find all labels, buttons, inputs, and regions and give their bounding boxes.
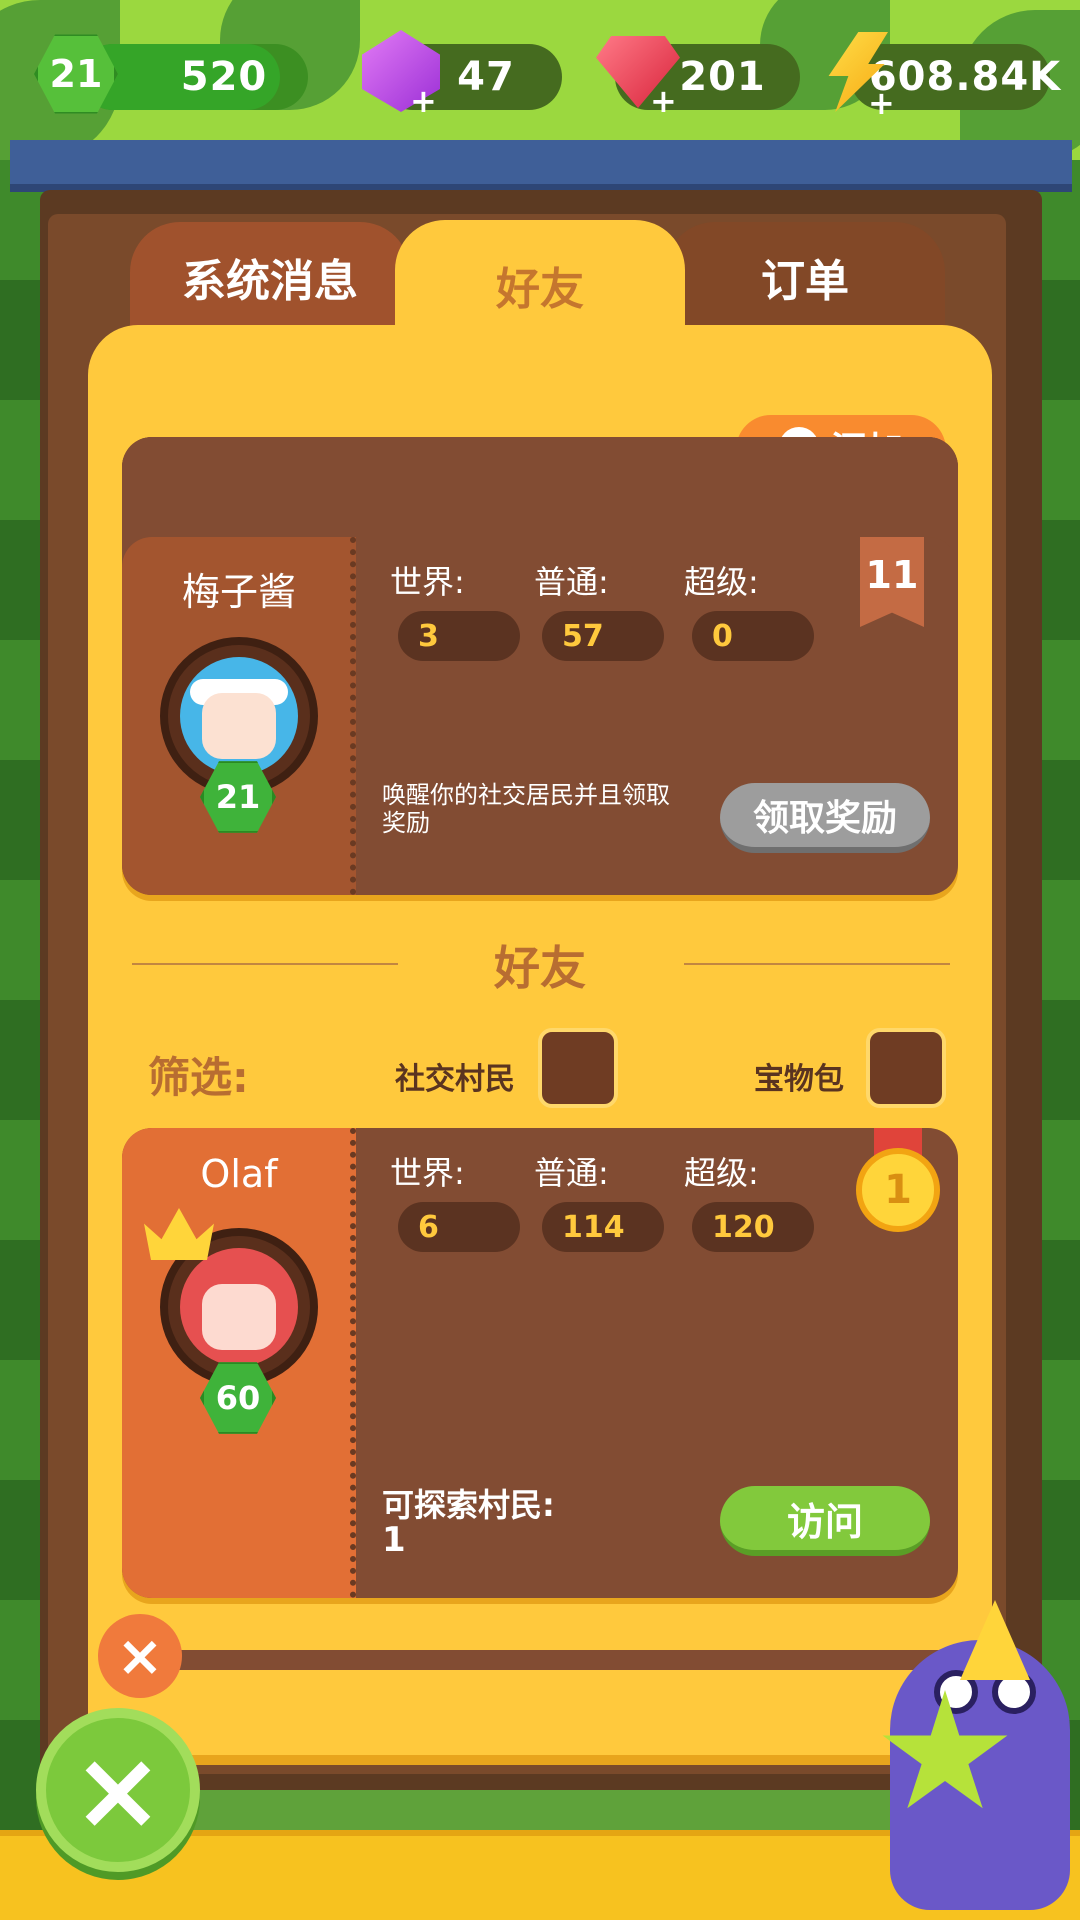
claim-reward-button[interactable]: 领取奖励	[720, 783, 930, 853]
friend-card-olaf: Olaf 60 世界: 普通: 超级: 6 114 120 1 可探索村民: 1…	[122, 1128, 958, 1598]
list-item: Olaf 60 世界: 普通: 超级: 6 114 120 1 可探索村民: 1…	[122, 1128, 958, 1598]
visit-label: 访问	[786, 1499, 863, 1544]
featured-friend-level: 21	[215, 778, 261, 816]
filter-label: 筛选:	[148, 1053, 249, 1102]
coins-value: 520	[180, 54, 268, 100]
close-icon[interactable]: ×	[36, 1708, 200, 1872]
board-top-beam	[10, 140, 1072, 192]
olaf-level: 60	[215, 1379, 261, 1417]
filter-option-treasure-bag: 宝物包	[754, 1062, 844, 1097]
stat-normal-label: 普通:	[534, 563, 609, 601]
player-level: 21	[49, 52, 103, 96]
remove-friend-icon[interactable]: ×	[98, 1614, 182, 1698]
featured-friend-card-body: 梅子酱 21 世界: 普通: 超级: 3 57 0 11 唤醒你的社交居民并且领…	[122, 537, 958, 895]
crown-icon	[144, 1208, 214, 1260]
add-rubies-plus-icon[interactable]: +	[650, 85, 677, 117]
add-energy-plus-icon[interactable]: +	[868, 87, 895, 119]
olaf-profile: Olaf 60	[122, 1128, 356, 1598]
filter-social-villager-checkbox[interactable]	[538, 1028, 618, 1108]
stat-world-label: 世界:	[390, 563, 465, 601]
avatar-face	[180, 657, 298, 775]
rank-ribbon-value: 11	[865, 553, 919, 597]
featured-friend-description: 唤醒你的社交居民并且领取奖励	[382, 781, 670, 837]
rank-ribbon: 11	[860, 537, 924, 627]
olaf-stat-normal-value: 114	[542, 1202, 664, 1252]
stat-world-value: 3	[398, 611, 520, 661]
mascot-monster	[890, 1640, 1070, 1910]
stat-normal-value: 57	[542, 611, 664, 661]
tab-system-messages[interactable]: 系统消息	[130, 222, 410, 332]
tab-friends[interactable]: 好友	[395, 220, 685, 350]
olaf-stat-normal-label: 普通:	[534, 1154, 609, 1192]
stat-super-value: 0	[692, 611, 814, 661]
avatar-face	[180, 1248, 298, 1366]
featured-friend-name: 梅子酱	[181, 570, 296, 614]
avatar-skin	[202, 693, 276, 759]
olaf-rank: 1	[884, 1167, 912, 1213]
olaf-name: Olaf	[200, 1152, 278, 1196]
claim-reward-label: 领取奖励	[752, 798, 897, 839]
tab-system-label: 系统消息	[182, 256, 358, 307]
filter-option-social-villager: 社交村民	[395, 1062, 515, 1097]
featured-friend-card-wrapper: 梅子酱 21 世界: 普通: 超级: 3 57 0 11 唤醒你的社交居民并且领…	[122, 537, 958, 895]
friends-section-title: 好友	[494, 941, 586, 995]
stat-super-label: 超级:	[684, 563, 759, 601]
olaf-stat-world-value: 6	[398, 1202, 520, 1252]
medal-icon: 1	[856, 1148, 940, 1232]
next-friend-card-partial	[122, 1650, 958, 1670]
visit-button[interactable]: 访问	[720, 1486, 930, 1556]
tab-friends-label: 好友	[496, 264, 584, 315]
tab-orders[interactable]: 订单	[665, 222, 945, 332]
filter-treasure-bag-checkbox[interactable]	[866, 1028, 946, 1108]
olaf-explore-label: 可探索村民:	[382, 1486, 555, 1524]
olaf-stat-super-value: 120	[692, 1202, 814, 1252]
olaf-stat-super-label: 超级:	[684, 1154, 759, 1192]
tab-orders-label: 订单	[761, 256, 849, 307]
add-gems-plus-icon[interactable]: +	[410, 85, 437, 117]
olaf-explore-value: 1	[382, 1520, 406, 1560]
featured-friend-profile: 梅子酱 21	[122, 537, 356, 895]
gems-value: 47	[457, 54, 515, 100]
olaf-stat-world-label: 世界:	[390, 1154, 465, 1192]
avatar-skin	[202, 1284, 276, 1350]
